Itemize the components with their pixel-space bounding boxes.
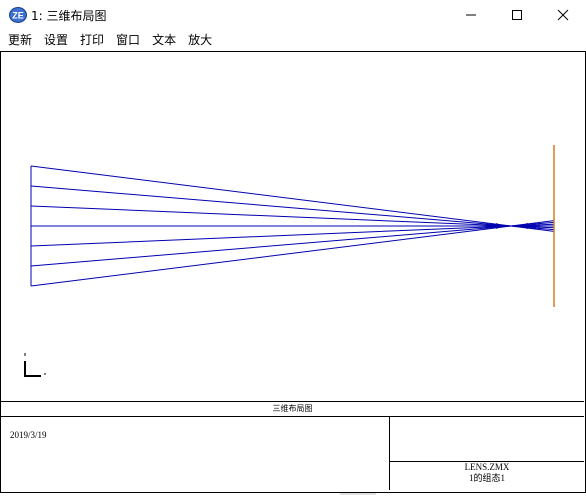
- ray-line: [30, 185, 555, 231]
- layout-plot-frame: 三维布局图 2019/3/19 LENS.ZMX 1的组态1: [0, 51, 586, 493]
- ray-line: [30, 223, 555, 247]
- menu-zoom[interactable]: 放大: [180, 30, 212, 51]
- window-title: 1: 三维布局图: [31, 9, 107, 23]
- minimize-icon: [466, 14, 476, 16]
- plot-caption: 三维布局图: [1, 401, 584, 417]
- ray-line: [30, 165, 555, 232]
- zemax-app-icon: ZE: [9, 7, 27, 23]
- menu-bar: 更新 设置 打印 窗口 文本 放大: [0, 30, 586, 51]
- svg-text:ZE: ZE: [12, 11, 24, 21]
- menu-print[interactable]: 打印: [72, 30, 104, 51]
- plot-date: 2019/3/19: [10, 430, 47, 440]
- close-button[interactable]: [540, 0, 586, 30]
- configuration-label: 1的组态1: [468, 473, 505, 483]
- maximize-button[interactable]: [494, 0, 540, 30]
- ray-line: [30, 220, 555, 287]
- close-icon: [557, 9, 569, 21]
- axis-indicator-icon: [24, 353, 46, 377]
- menu-settings[interactable]: 设置: [36, 30, 68, 51]
- lens-file-name: LENS.ZMX: [464, 462, 510, 472]
- ray-fan: [30, 165, 555, 287]
- plot-file-info: LENS.ZMX 1的组态1: [390, 462, 584, 484]
- ray-line: [30, 205, 555, 229]
- ray-line: [30, 221, 555, 267]
- menu-text[interactable]: 文本: [144, 30, 176, 51]
- menu-update[interactable]: 更新: [0, 30, 32, 51]
- window-bottom-edge: [340, 493, 376, 495]
- title-bar: ZE 1: 三维布局图: [0, 0, 586, 30]
- layout-drawing: [24, 145, 555, 377]
- menu-window[interactable]: 窗口: [108, 30, 140, 51]
- maximize-icon: [512, 10, 522, 20]
- minimize-button[interactable]: [448, 0, 494, 30]
- plot-footer: 三维布局图 2019/3/19 LENS.ZMX 1的组态1: [1, 401, 584, 490]
